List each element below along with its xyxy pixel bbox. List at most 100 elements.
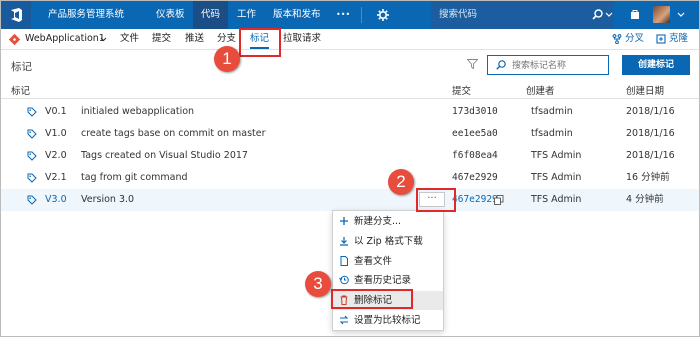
search-icon[interactable] bbox=[592, 1, 603, 29]
fork-icon bbox=[612, 29, 622, 49]
clone-button[interactable]: 克隆 bbox=[669, 29, 688, 49]
git-repo-icon bbox=[8, 29, 21, 49]
tag-search-field[interactable] bbox=[487, 55, 609, 75]
chevron-down-icon[interactable] bbox=[605, 1, 613, 29]
created-date: 4 分钟前 bbox=[626, 194, 664, 205]
menu-item-label: 查看历史记录 bbox=[354, 275, 412, 286]
menu-item-label: 以 Zip 格式下载 bbox=[354, 236, 423, 247]
code-search-placeholder: 搜索代码 bbox=[439, 9, 478, 20]
project-name[interactable]: 产品服务管理系统 bbox=[48, 1, 124, 29]
vsts-logo-icon bbox=[11, 8, 22, 22]
tab-commits[interactable]: 提交 bbox=[152, 29, 171, 49]
created-date: 2018/1/16 bbox=[626, 128, 675, 139]
menu-item-set-compare-tag[interactable]: 设置为比较标记 bbox=[333, 311, 443, 330]
nav-more[interactable]: ••• bbox=[336, 1, 350, 29]
header-commit[interactable]: 提交 bbox=[452, 83, 471, 97]
chevron-down-icon[interactable] bbox=[100, 29, 107, 49]
tab-pull-requests[interactable]: 拉取请求 bbox=[283, 29, 321, 49]
file-icon bbox=[340, 256, 348, 266]
tag-icon bbox=[27, 173, 37, 183]
header-created-date[interactable]: 创建日期 bbox=[626, 83, 664, 97]
nav-dashboard[interactable]: 仪表板 bbox=[156, 1, 185, 29]
tag-name[interactable]: V0.1 bbox=[45, 101, 67, 123]
table-row[interactable]: V0.1 initialed webapplication 173d3010 t… bbox=[1, 101, 699, 123]
tag-message: tag from git command bbox=[81, 172, 188, 183]
annotation-box-tags-tab bbox=[239, 28, 281, 57]
author-name: TFS Admin bbox=[531, 150, 582, 161]
search-icon bbox=[496, 60, 506, 70]
callout-1: 1 bbox=[214, 46, 240, 72]
header-tag[interactable]: 标记 bbox=[11, 83, 30, 97]
menu-item-label: 新建分支... bbox=[354, 216, 402, 227]
created-date: 2018/1/16 bbox=[626, 150, 675, 161]
plus-icon bbox=[340, 217, 348, 225]
tag-name[interactable]: V1.0 bbox=[45, 123, 67, 145]
nav-code[interactable]: 代码 bbox=[193, 1, 229, 29]
author-name: TFS Admin bbox=[531, 194, 582, 205]
tag-context-menu: 新建分支... 以 Zip 格式下载 查看文件 查看历史记录 删除标记 设置为比… bbox=[332, 210, 444, 331]
commit-id[interactable]: 173d3010 bbox=[452, 101, 498, 123]
tag-icon bbox=[27, 195, 37, 205]
tag-message: Version 3.0 bbox=[81, 194, 135, 205]
callout-3: 3 bbox=[305, 271, 331, 297]
fork-button[interactable]: 分叉 bbox=[625, 29, 644, 49]
chevron-down-icon[interactable] bbox=[677, 1, 685, 29]
menu-item-label: 设置为比较标记 bbox=[354, 315, 421, 326]
tag-name[interactable]: V2.0 bbox=[45, 145, 67, 167]
create-tag-button[interactable]: 创建标记 bbox=[622, 55, 690, 75]
header-divider bbox=[1, 98, 699, 99]
author-name: tfsadmin bbox=[531, 106, 573, 117]
table-row-selected[interactable]: V3.0 Version 3.0 467e2929 TFS Admin 4 分钟… bbox=[1, 189, 699, 211]
commit-id[interactable]: 467e2929 bbox=[452, 189, 498, 211]
tab-pushes[interactable]: 推送 bbox=[185, 29, 204, 49]
tab-files[interactable]: 文件 bbox=[120, 29, 139, 49]
tag-name[interactable]: V2.1 bbox=[45, 167, 67, 189]
nav-build-release[interactable]: 版本和发布 bbox=[273, 1, 321, 29]
menu-item-label: 查看文件 bbox=[354, 256, 393, 267]
annotation-box-delete-tag bbox=[331, 289, 413, 309]
repo-selector[interactable]: WebApplication1 bbox=[25, 29, 105, 49]
tag-name[interactable]: V3.0 bbox=[45, 189, 67, 211]
nav-divider bbox=[361, 7, 362, 23]
filter-icon[interactable] bbox=[466, 59, 479, 72]
code-search-box[interactable]: 搜索代码 bbox=[431, 1, 614, 29]
created-date: 2018/1/16 bbox=[626, 106, 675, 117]
download-icon bbox=[340, 237, 348, 246]
commit-id[interactable]: ee1ee5a0 bbox=[452, 123, 498, 145]
tag-message: create tags base on commit on master bbox=[81, 128, 266, 139]
history-icon bbox=[339, 275, 349, 285]
annotation-box-more-button bbox=[416, 188, 456, 212]
table-row[interactable]: V2.1 tag from git command 467e2929 TFS A… bbox=[1, 167, 699, 189]
commit-id[interactable]: 467e2929 bbox=[452, 167, 498, 189]
compare-icon bbox=[339, 315, 349, 325]
vsts-logo[interactable] bbox=[1, 1, 31, 29]
nav-work[interactable]: 工作 bbox=[237, 1, 256, 29]
tag-icon bbox=[27, 129, 37, 139]
avatar[interactable] bbox=[653, 6, 670, 23]
author-name: TFS Admin bbox=[531, 172, 582, 183]
tag-icon bbox=[27, 151, 37, 161]
app-window: 产品服务管理系统 仪表板 代码 工作 版本和发布 ••• 搜索代码 WebApp… bbox=[0, 0, 700, 337]
settings-icon[interactable] bbox=[377, 1, 389, 29]
created-date: 16 分钟前 bbox=[626, 172, 670, 183]
tag-message: Tags created on Visual Studio 2017 bbox=[81, 150, 248, 161]
menu-item-view-history[interactable]: 查看历史记录 bbox=[333, 271, 443, 290]
menu-item-new-branch[interactable]: 新建分支... bbox=[333, 212, 443, 231]
copy-icon[interactable] bbox=[494, 195, 504, 205]
header-author[interactable]: 创建者 bbox=[526, 83, 555, 97]
callout-2: 2 bbox=[388, 169, 414, 195]
clone-icon bbox=[656, 29, 666, 49]
author-name: tfsadmin bbox=[531, 128, 573, 139]
tag-search-input[interactable] bbox=[512, 59, 606, 72]
menu-item-download-zip[interactable]: 以 Zip 格式下载 bbox=[333, 232, 443, 251]
top-nav-bar: 产品服务管理系统 仪表板 代码 工作 版本和发布 ••• 搜索代码 bbox=[1, 1, 699, 29]
marketplace-icon[interactable] bbox=[630, 1, 640, 29]
tag-icon bbox=[27, 107, 37, 117]
page-title: 标记 bbox=[11, 61, 32, 73]
commit-id[interactable]: f6f08ea4 bbox=[452, 145, 498, 167]
menu-item-view-files[interactable]: 查看文件 bbox=[333, 252, 443, 271]
table-row[interactable]: V1.0 create tags base on commit on maste… bbox=[1, 123, 699, 145]
tag-message: initialed webapplication bbox=[81, 106, 195, 117]
table-row[interactable]: V2.0 Tags created on Visual Studio 2017 … bbox=[1, 145, 699, 167]
code-sub-nav: WebApplication1 文件 提交 推送 分支 标记 拉取请求 分叉 克… bbox=[1, 29, 699, 50]
